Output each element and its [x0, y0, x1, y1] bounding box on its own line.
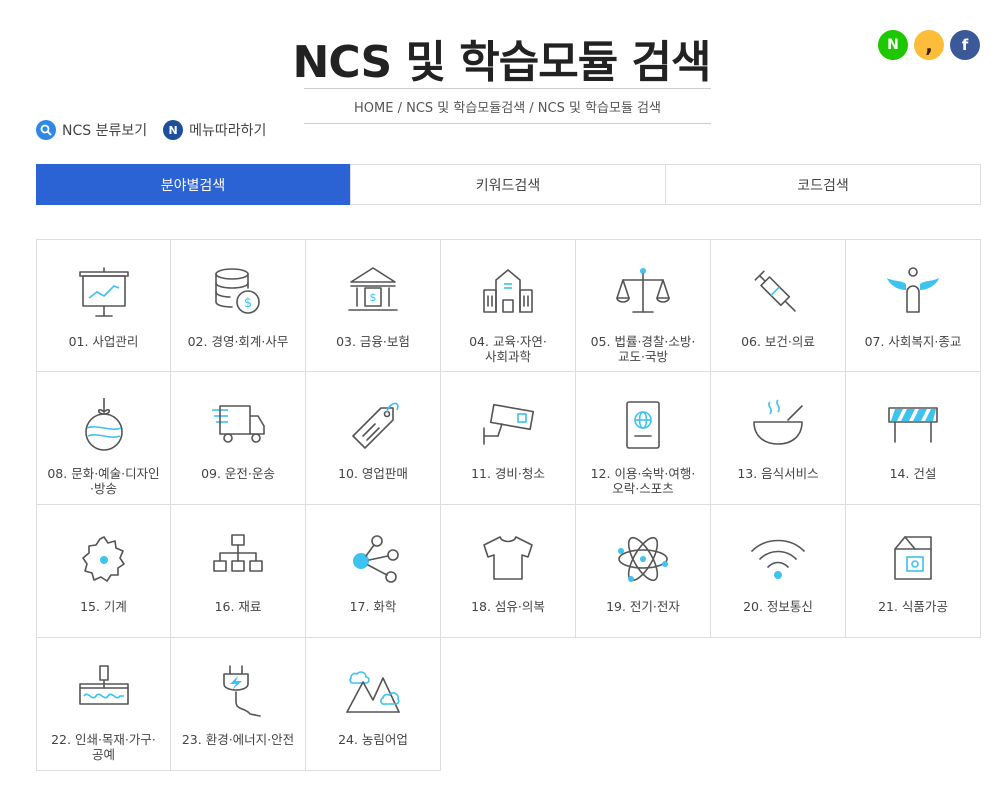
school-building-icon	[483, 269, 533, 313]
category-label: 11. 경비·청소	[471, 466, 545, 481]
category-label: 03. 금융·보험	[336, 334, 410, 349]
naver-share-icon[interactable]: N	[878, 30, 908, 60]
category-label: 23. 환경·에너지·안전	[181, 732, 295, 747]
category-grid: 01. 사업관리 $ 02. 경영·회계·사무 $ 03. 금융·보험 04. …	[36, 239, 981, 771]
category-item[interactable]: 13. 음식서비스	[711, 372, 846, 505]
breadcrumb-text: HOME / NCS 및 학습모듈검색 / NCS 및 학습모듈 검색	[354, 100, 661, 116]
category-label: 07. 사회복지·종교	[864, 334, 962, 349]
category-label: 19. 전기·전자	[606, 599, 680, 614]
category-item[interactable]: 11. 경비·청소	[441, 372, 576, 505]
syringe-icon	[754, 270, 796, 312]
scales-icon	[616, 268, 670, 313]
hierarchy-icon	[213, 534, 263, 572]
atom-icon	[618, 536, 668, 582]
category-item[interactable]: 09. 운전·운송	[171, 372, 306, 505]
category-label: 10. 영업판매	[338, 466, 408, 481]
category-label: 21. 식품가공	[878, 599, 948, 614]
ncs-classification-label: NCS 분류보기	[62, 123, 148, 139]
category-label: 09. 운전·운송	[201, 466, 275, 481]
menu-follow-link[interactable]: N 메뉴따라하기	[163, 120, 266, 140]
category-label: 24. 농림어업	[338, 732, 408, 747]
angel-icon	[887, 267, 939, 313]
soup-bowl-icon	[753, 399, 803, 445]
ornament-icon	[84, 398, 123, 451]
gear-icon	[81, 536, 125, 582]
category-item[interactable]: $ 03. 금융·보험	[306, 239, 441, 372]
tshirt-icon	[483, 536, 533, 580]
category-item[interactable]: 23. 환경·에너지·안전	[171, 638, 306, 771]
category-item[interactable]: 05. 법률·경찰·소방· 교도·국방	[576, 239, 711, 372]
category-label: 13. 음식서비스	[737, 466, 819, 481]
category-item[interactable]: 22. 인쇄·목재·가구· 공예	[36, 638, 171, 771]
category-item[interactable]: 15. 기계	[36, 505, 171, 638]
search-icon	[36, 120, 56, 140]
molecule-icon	[353, 535, 399, 583]
category-item[interactable]: 08. 문화·예술·디자인 ·방송	[36, 372, 171, 505]
category-label: 20. 정보통신	[743, 599, 813, 614]
category-label: 08. 문화·예술·디자인 ·방송	[47, 466, 160, 496]
ncs-classification-link[interactable]: NCS 분류보기	[36, 120, 147, 140]
price-tag-icon	[352, 402, 399, 449]
paint-roller-icon	[78, 665, 129, 705]
category-label: 17. 화학	[349, 599, 397, 614]
category-label: 22. 인쇄·목재·가구· 공예	[51, 732, 156, 762]
facebook-share-icon[interactable]: f	[950, 30, 980, 60]
menu-follow-label: 메뉴따라하기	[189, 123, 267, 139]
search-tabs: 분야별검색 키워드검색 코드검색	[36, 164, 981, 205]
category-item[interactable]: 04. 교육·자연· 사회과학	[441, 239, 576, 372]
coins-icon: $	[215, 268, 260, 314]
category-label: 05. 법률·경찰·소방· 교도·국방	[590, 334, 696, 364]
category-item[interactable]: 18. 섬유·의복	[441, 505, 576, 638]
category-item[interactable]: 14. 건설	[846, 372, 981, 505]
kakao-share-icon[interactable]: ,	[914, 30, 944, 60]
cctv-camera-icon	[483, 403, 535, 445]
tab-field-search[interactable]: 분야별검색	[36, 164, 350, 205]
category-label: 14. 건설	[889, 466, 937, 481]
tab-code-search[interactable]: 코드검색	[665, 165, 980, 204]
category-item[interactable]: 17. 화학	[306, 505, 441, 638]
road-barrier-icon	[888, 407, 938, 443]
n-logo-icon: N	[163, 120, 184, 140]
utility-links: NCS 분류보기 N 메뉴따라하기	[36, 120, 266, 140]
category-label: 02. 경영·회계·사무	[187, 334, 289, 349]
category-item[interactable]: 10. 영업판매	[306, 372, 441, 505]
category-item[interactable]: 24. 농림어업	[306, 638, 441, 771]
passport-icon	[626, 401, 660, 449]
category-item[interactable]: 06. 보건·의료	[711, 239, 846, 372]
wifi-icon	[751, 539, 805, 579]
svg-text:$: $	[244, 296, 252, 311]
svg-text:$: $	[370, 291, 377, 304]
category-item[interactable]: 01. 사업관리	[36, 239, 171, 372]
social-share: N , f	[878, 30, 980, 60]
category-item[interactable]: $ 02. 경영·회계·사무	[171, 239, 306, 372]
power-plug-icon	[223, 665, 261, 717]
category-label: 15. 기계	[80, 599, 127, 614]
category-label: 12. 이용·숙박·여행· 오락·스포츠	[590, 466, 696, 496]
mountains-icon	[346, 671, 400, 713]
category-label: 04. 교육·자연· 사회과학	[469, 334, 547, 364]
category-label: 06. 보건·의료	[741, 334, 815, 349]
category-item[interactable]: 19. 전기·전자	[576, 505, 711, 638]
bank-icon: $	[348, 267, 398, 311]
category-label: 18. 섬유·의복	[471, 599, 545, 614]
category-label: 16. 재료	[214, 599, 262, 614]
tab-keyword-search[interactable]: 키워드검색	[350, 165, 665, 204]
category-label: 01. 사업관리	[68, 334, 139, 349]
page-title: NCS 및 학습모듈 검색	[292, 37, 712, 88]
category-item[interactable]: 21. 식품가공	[846, 505, 981, 638]
category-item[interactable]: 12. 이용·숙박·여행· 오락·스포츠	[576, 372, 711, 505]
milk-carton-icon	[894, 536, 932, 580]
presentation-board-icon	[78, 267, 129, 317]
category-item[interactable]: 16. 재료	[171, 505, 306, 638]
category-item[interactable]: 20. 정보통신	[711, 505, 846, 638]
category-item[interactable]: 07. 사회복지·종교	[846, 239, 981, 372]
breadcrumb: HOME / NCS 및 학습모듈검색 / NCS 및 학습모듈 검색	[304, 88, 711, 124]
truck-icon	[212, 405, 265, 443]
